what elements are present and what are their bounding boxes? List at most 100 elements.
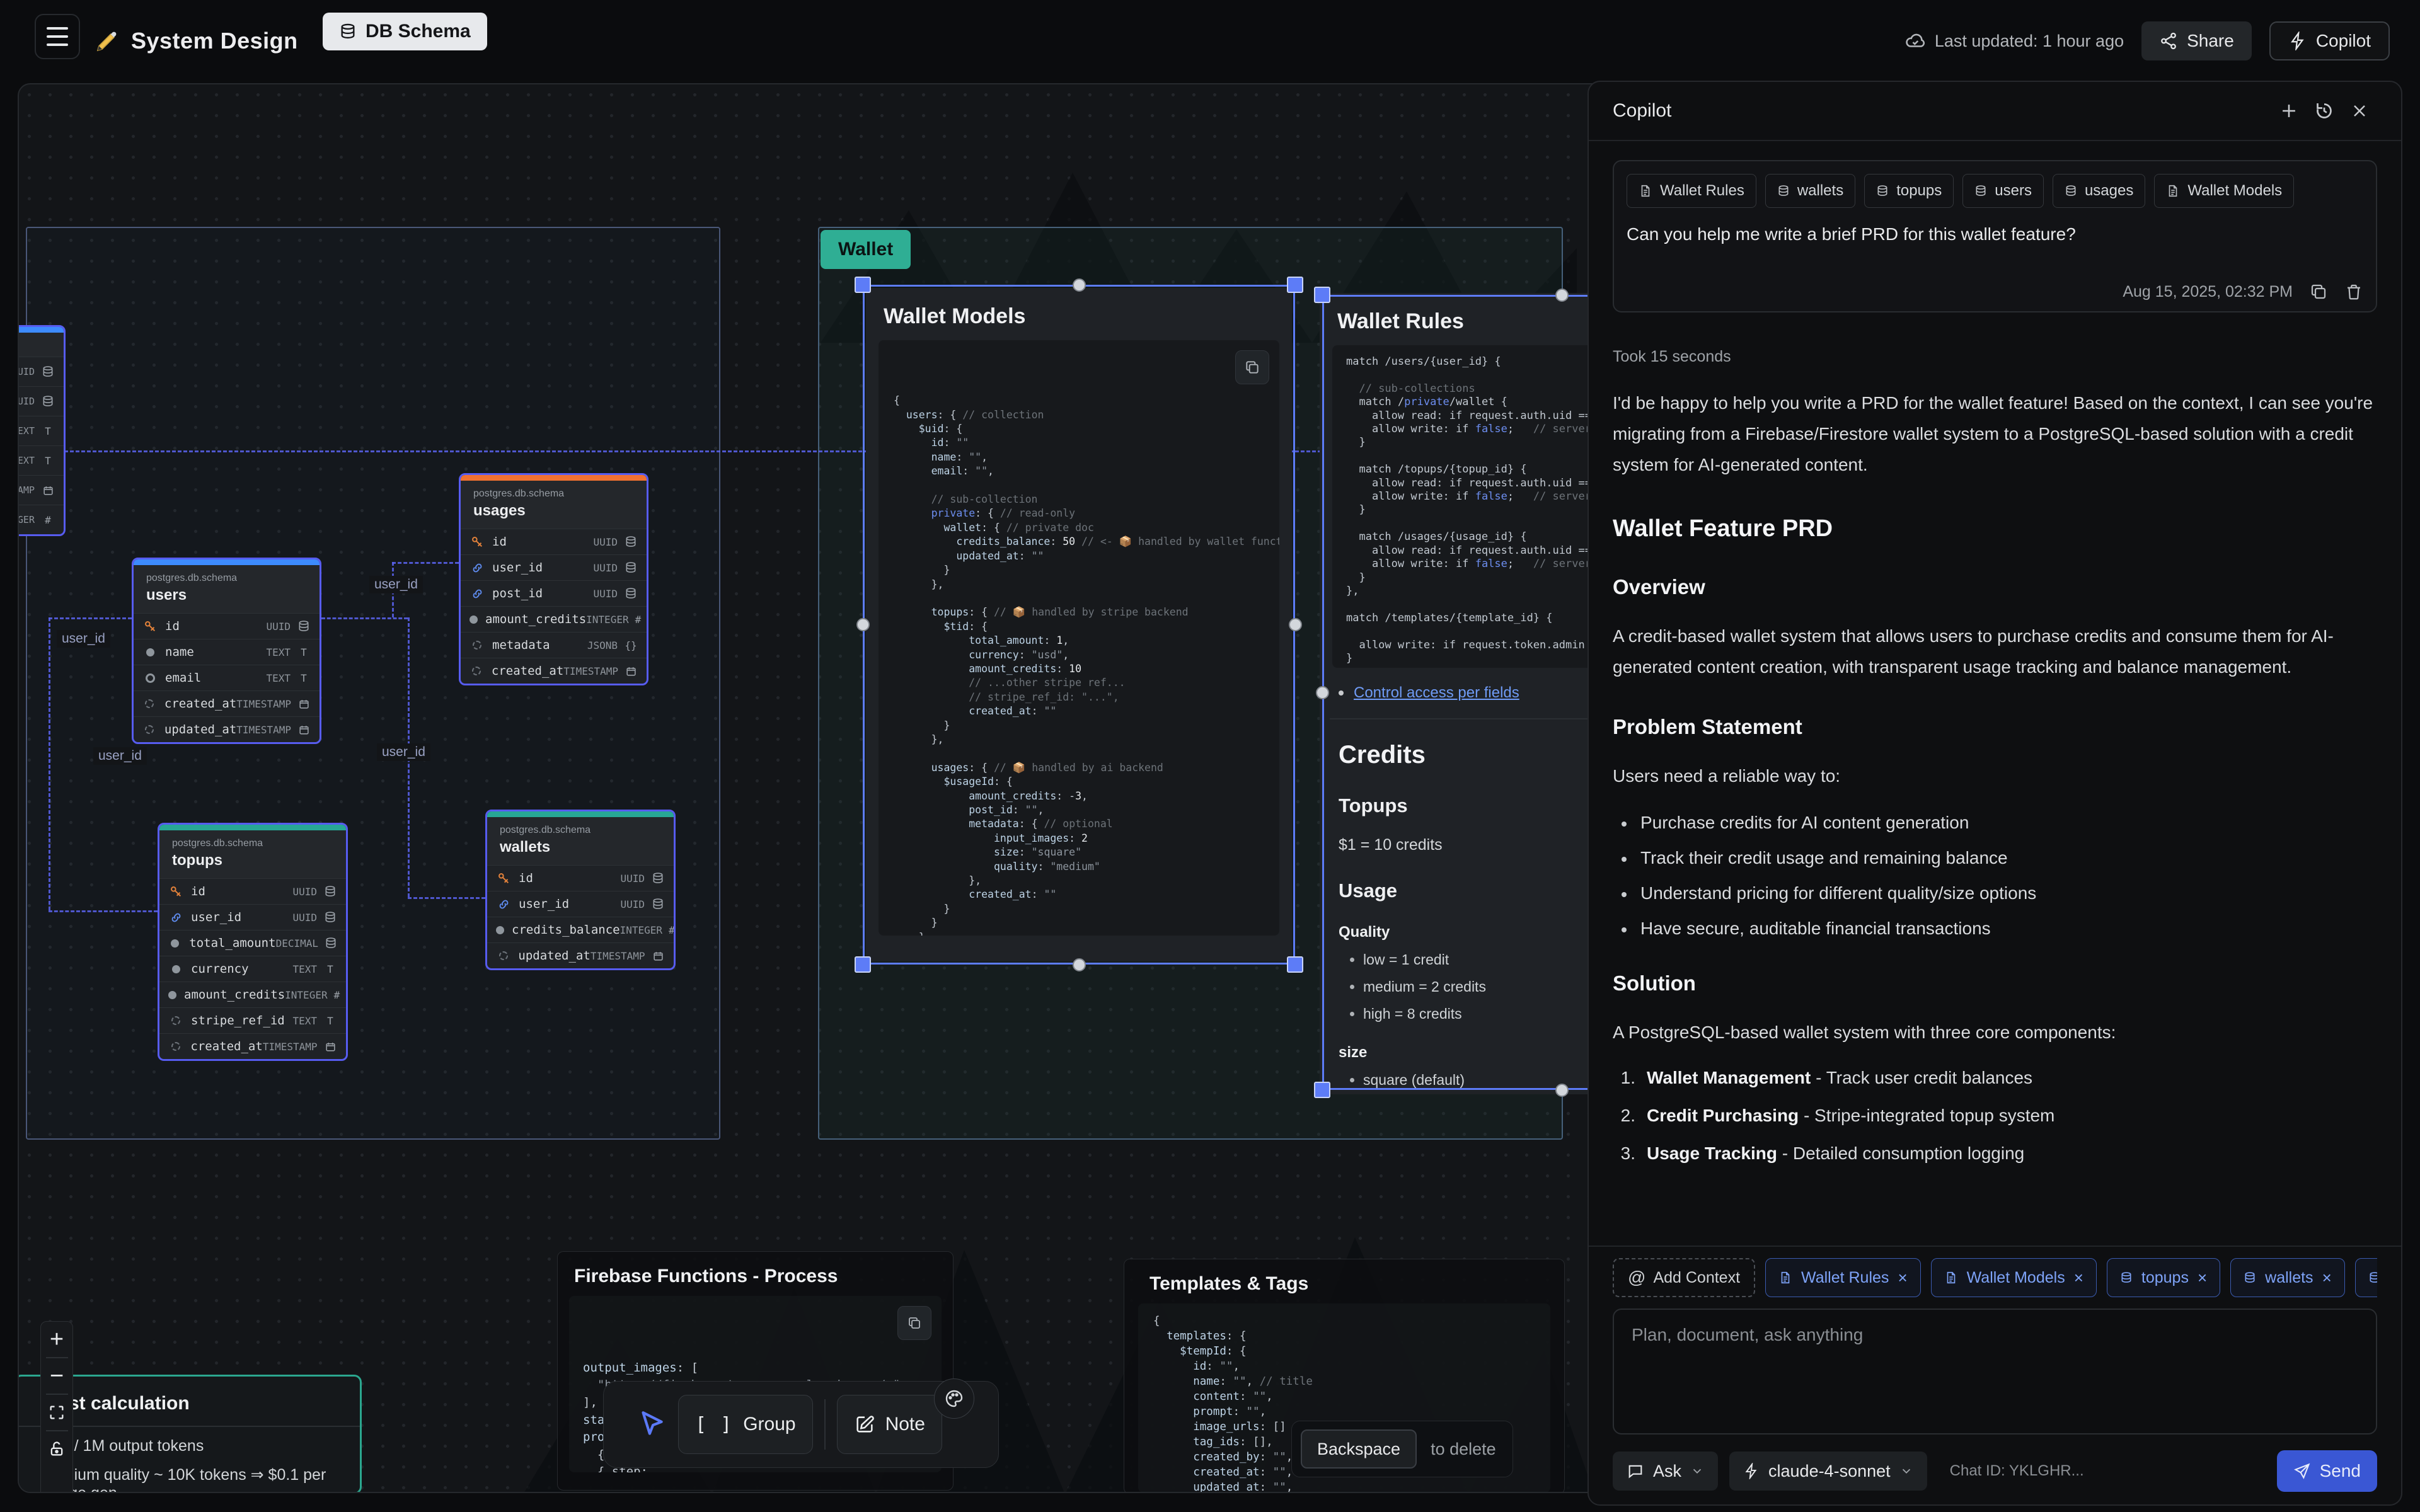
table-row[interactable]: user_idUUID <box>159 904 346 930</box>
mode-select[interactable]: Ask <box>1613 1452 1718 1491</box>
delete-message-icon[interactable] <box>2344 282 2363 301</box>
close-icon[interactable] <box>2342 93 2377 129</box>
table-row[interactable]: created_atTIMESTAMP <box>159 1033 346 1059</box>
composer-chip-wallet-rules[interactable]: Wallet Rules× <box>1765 1258 1921 1297</box>
history-icon[interactable] <box>2307 93 2342 129</box>
table-row[interactable]: user_idUUID <box>487 891 674 917</box>
table-row[interactable]: idUUID <box>487 865 674 891</box>
table-topups[interactable]: postgres.db.schematopupsidUUIDuser_idUUI… <box>158 823 348 1061</box>
composer-chip-topups[interactable]: topups× <box>2107 1258 2220 1297</box>
remove-chip-icon[interactable]: × <box>2074 1268 2083 1288</box>
selection-midpoint[interactable] <box>856 618 870 631</box>
table-row[interactable]: idUUID <box>134 613 320 639</box>
model-select[interactable]: claude-4-sonnet <box>1729 1452 1927 1491</box>
tab-db-schema[interactable]: DB Schema <box>323 13 487 50</box>
copilot-label: Copilot <box>2316 31 2371 51</box>
table-row[interactable]: UUID <box>18 357 64 386</box>
new-chat-icon[interactable] <box>2271 93 2307 129</box>
chat-scroll-area[interactable]: Wallet Rules wallets topupsusers usages Wall… <box>1589 141 2401 1246</box>
add-context-button[interactable]: @ Add Context <box>1613 1258 1755 1297</box>
table-row[interactable]: updated_atTIMESTAMP <box>134 716 320 742</box>
group-button[interactable]: [ ] Group <box>678 1395 813 1454</box>
composer-chip-wallet-models[interactable]: Wallet Models× <box>1931 1258 2097 1297</box>
mode-label: Ask <box>1653 1462 1681 1481</box>
type-cal-icon <box>297 698 311 710</box>
style-palette-button[interactable] <box>934 1378 974 1419</box>
field-type: TEXT <box>18 425 35 437</box>
table-row[interactable]: UUID <box>18 386 64 416</box>
table-row[interactable]: created_atTIMESTAMP <box>134 690 320 716</box>
zoom-fit-button[interactable] <box>41 1395 72 1430</box>
field-name: credits_balance <box>512 923 620 937</box>
table-row[interactable]: amount_creditsINTEGER# <box>159 982 346 1007</box>
table-row[interactable]: updated_atTIMESTAMP <box>487 942 674 968</box>
table-usages[interactable]: postgres.db.schemausagesidUUIDuser_idUUI… <box>459 473 648 685</box>
copy-message-icon[interactable] <box>2309 282 2328 301</box>
table-row[interactable]: total_amountDECIMAL <box>159 930 346 956</box>
table-row[interactable]: TIMESTAMP <box>18 475 64 505</box>
table-users[interactable]: postgres.db.schemausersidUUIDnameTEXTTem… <box>132 558 321 744</box>
copilot-button[interactable]: Copilot <box>2269 21 2390 60</box>
control-access-link[interactable]: Control access per fields <box>1354 684 1519 702</box>
table-row[interactable]: metadataJSONB{} <box>461 632 647 658</box>
context-chip-wallets[interactable]: wallets <box>1765 174 1855 208</box>
selection-handle[interactable] <box>1314 287 1330 303</box>
overview-heading: Overview <box>1613 575 2377 599</box>
context-chip-wallet-rules[interactable]: Wallet Rules <box>1627 174 1756 208</box>
menu-icon[interactable] <box>35 14 80 59</box>
table-wallets[interactable]: postgres.db.schemawalletsidUUIDuser_idUU… <box>485 810 676 970</box>
selection-handle[interactable] <box>1287 277 1303 293</box>
response-bullet-item: Purchase credits for AI content generati… <box>1613 813 2377 833</box>
context-chip-wallet-models[interactable]: Wallet Models <box>2154 174 2294 208</box>
copy-code-button[interactable] <box>897 1306 931 1340</box>
selection-midpoint[interactable] <box>1316 686 1329 699</box>
table-row[interactable]: currencyTEXTT <box>159 956 346 982</box>
context-chip-users[interactable]: users <box>1962 174 2044 208</box>
zoom-out-button[interactable]: − <box>41 1358 72 1394</box>
list-text: high = 8 credits <box>1363 1005 1462 1022</box>
table-row[interactable]: user_idUUID <box>461 554 647 580</box>
remove-chip-icon[interactable]: × <box>2322 1268 2332 1288</box>
lock-button[interactable] <box>41 1431 72 1467</box>
selection-midpoint[interactable] <box>1073 958 1086 971</box>
delete-hint-tooltip: Backspace to delete <box>1291 1421 1513 1477</box>
table-row[interactable]: emailTEXTT <box>134 665 320 690</box>
context-chip-usages[interactable]: usages <box>2053 174 2145 208</box>
selection-handle[interactable] <box>855 277 871 293</box>
context-chip-topups[interactable]: topups <box>1864 174 1954 208</box>
table-row[interactable]: TEXTT <box>18 445 64 475</box>
table-row[interactable]: INTEGER# <box>18 505 64 534</box>
selection-handle[interactable] <box>855 956 871 973</box>
code-line: // stripe_ref_id: "...", <box>894 690 1264 704</box>
selection-midpoint[interactable] <box>1073 278 1086 292</box>
partial-table[interactable]: UUIDUUIDTEXTTTEXTTTIMESTAMPINTEGER# <box>18 325 66 536</box>
table-row[interactable]: created_atTIMESTAMP <box>461 658 647 684</box>
selection-handle[interactable] <box>1287 956 1303 973</box>
table-row[interactable]: amount_creditsINTEGER# <box>461 606 647 632</box>
table-row[interactable]: nameTEXTT <box>134 639 320 665</box>
selection-handle[interactable] <box>1314 1082 1330 1098</box>
share-button[interactable]: Share <box>2141 21 2252 60</box>
composer-chip-wallets[interactable]: wallets× <box>2230 1258 2345 1297</box>
remove-chip-icon[interactable]: × <box>2198 1268 2207 1288</box>
selection-midpoint[interactable] <box>1289 618 1302 631</box>
wallet-frame-label[interactable]: Wallet <box>821 230 911 269</box>
table-row[interactable]: post_idUUID <box>461 580 647 606</box>
composer-chip-partial[interactable] <box>2355 1258 2377 1297</box>
table-row[interactable]: idUUID <box>461 529 647 554</box>
cursor-icon[interactable] <box>635 1409 667 1440</box>
table-row[interactable]: idUUID <box>159 878 346 904</box>
copy-code-button[interactable] <box>1235 350 1269 384</box>
table-row[interactable]: TEXTT <box>18 416 64 445</box>
note-button[interactable]: Note <box>837 1395 942 1454</box>
table-row[interactable]: credits_balanceINTEGER# <box>487 917 674 942</box>
selection-midpoint[interactable] <box>1555 289 1569 302</box>
wallet-models-node[interactable]: Wallet Models { users: { // collection $… <box>866 288 1292 961</box>
table-row[interactable]: stripe_ref_idTEXTT <box>159 1007 346 1033</box>
selection-midpoint[interactable] <box>1555 1084 1569 1097</box>
model-label: claude-4-sonnet <box>1768 1462 1891 1481</box>
remove-chip-icon[interactable]: × <box>1898 1268 1907 1288</box>
zoom-in-button[interactable]: + <box>41 1322 72 1357</box>
prompt-input[interactable] <box>1613 1309 2377 1435</box>
send-button[interactable]: Send <box>2277 1450 2377 1492</box>
